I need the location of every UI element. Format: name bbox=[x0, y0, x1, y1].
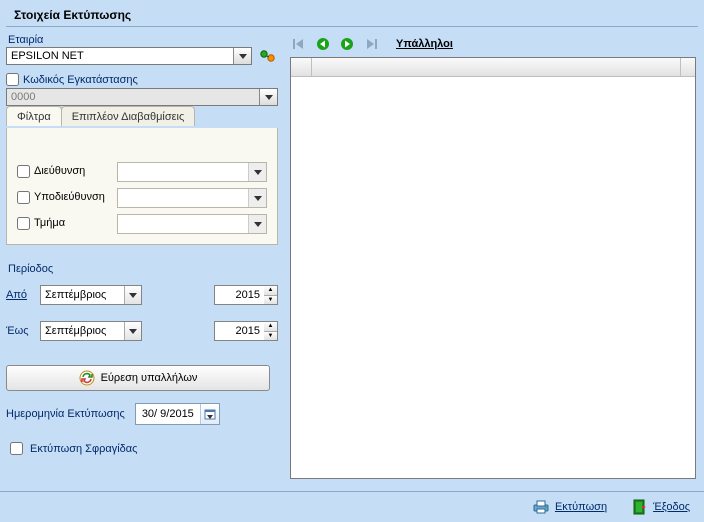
year-spinner[interactable]: ▲▼ bbox=[264, 285, 278, 305]
period-label: Περίοδος bbox=[8, 263, 278, 275]
spinner-up-icon[interactable]: ▲ bbox=[264, 286, 277, 296]
nav-next-icon[interactable] bbox=[338, 35, 356, 53]
filter-department-check[interactable]: Τμήμα bbox=[17, 217, 117, 230]
exit-button-label: Έξοδος bbox=[653, 501, 690, 513]
print-button[interactable]: Εκτύπωση bbox=[533, 500, 607, 514]
printer-icon bbox=[533, 500, 549, 514]
grid-header bbox=[291, 58, 695, 77]
tab-filters[interactable]: Φίλτρα bbox=[6, 106, 62, 126]
filter-address-dropdown[interactable] bbox=[117, 162, 267, 182]
year-spinner[interactable]: ▲▼ bbox=[264, 321, 278, 341]
print-date-picker[interactable]: 30/ 9/2015 bbox=[135, 403, 220, 425]
company-dropdown[interactable]: EPSILON NET bbox=[6, 47, 252, 65]
chevron-down-icon[interactable] bbox=[248, 215, 266, 233]
period-to-year[interactable]: 2015 bbox=[214, 321, 264, 341]
install-code-checkbox[interactable]: Κωδικός Εγκατάστασης bbox=[6, 73, 278, 86]
install-code-label: Κωδικός Εγκατάστασης bbox=[23, 74, 138, 86]
filter-subaddress-dropdown[interactable] bbox=[117, 188, 267, 208]
nav-last-icon[interactable] bbox=[362, 35, 380, 53]
install-code-value: 0000 bbox=[7, 91, 259, 103]
chevron-down-icon[interactable] bbox=[233, 48, 251, 64]
period-to-month[interactable]: Σεπτέμβριος bbox=[40, 321, 142, 341]
spinner-up-icon[interactable]: ▲ bbox=[264, 322, 277, 332]
install-code-check-input[interactable] bbox=[6, 73, 19, 86]
page-title: Στοιχεία Εκτύπωσης bbox=[0, 0, 704, 24]
print-date-value: 30/ 9/2015 bbox=[136, 408, 200, 420]
nav-prev-icon[interactable] bbox=[314, 35, 332, 53]
nav-first-icon[interactable] bbox=[290, 35, 308, 53]
search-employees-label: Εύρεση υπαλλήλων bbox=[101, 372, 198, 384]
filter-address-label: Διεύθυνση bbox=[34, 165, 85, 177]
filter-department-label: Τμήμα bbox=[34, 217, 65, 229]
chevron-down-icon[interactable] bbox=[124, 286, 141, 304]
exit-button[interactable]: Έξοδος bbox=[633, 499, 690, 515]
period-from-label: Από bbox=[6, 289, 40, 301]
print-button-label: Εκτύπωση bbox=[555, 501, 607, 513]
filter-subaddress-check[interactable]: Υποδιεύθυνση bbox=[17, 191, 117, 204]
filter-address-check[interactable]: Διεύθυνση bbox=[17, 165, 117, 178]
employees-grid[interactable] bbox=[290, 57, 696, 479]
chevron-down-icon bbox=[259, 89, 277, 105]
calendar-chevron-icon[interactable] bbox=[200, 404, 219, 424]
filter-subaddress-label: Υποδιεύθυνση bbox=[34, 191, 105, 203]
print-date-label: Ημερομηνία Εκτύπωσης bbox=[6, 408, 125, 420]
filter-department-dropdown[interactable] bbox=[117, 214, 267, 234]
spinner-down-icon[interactable]: ▼ bbox=[264, 332, 277, 341]
chevron-down-icon[interactable] bbox=[124, 322, 141, 340]
stamp-checkbox-label: Εκτύπωση Σφραγίδας bbox=[30, 443, 137, 455]
exit-icon bbox=[633, 499, 647, 515]
period-from-year[interactable]: 2015 bbox=[214, 285, 264, 305]
chevron-down-icon[interactable] bbox=[248, 189, 266, 207]
stamp-checkbox[interactable]: Εκτύπωση Σφραγίδας bbox=[6, 439, 278, 458]
chevron-down-icon[interactable] bbox=[248, 163, 266, 181]
tab-extra[interactable]: Επιπλέον Διαβαθμίσεις bbox=[61, 106, 196, 126]
refresh-icon bbox=[79, 370, 95, 386]
spinner-down-icon[interactable]: ▼ bbox=[264, 296, 277, 305]
employees-title: Υπάλληλοι bbox=[396, 38, 453, 50]
company-link-icon[interactable] bbox=[258, 47, 278, 65]
install-code-dropdown: 0000 bbox=[6, 88, 278, 106]
search-employees-button[interactable]: Εύρεση υπαλλήλων bbox=[6, 365, 270, 391]
period-to-label: Έως bbox=[6, 325, 40, 337]
company-label: Εταιρία bbox=[8, 34, 278, 46]
period-from-month[interactable]: Σεπτέμβριος bbox=[40, 285, 142, 305]
company-value: EPSILON NET bbox=[7, 50, 233, 62]
